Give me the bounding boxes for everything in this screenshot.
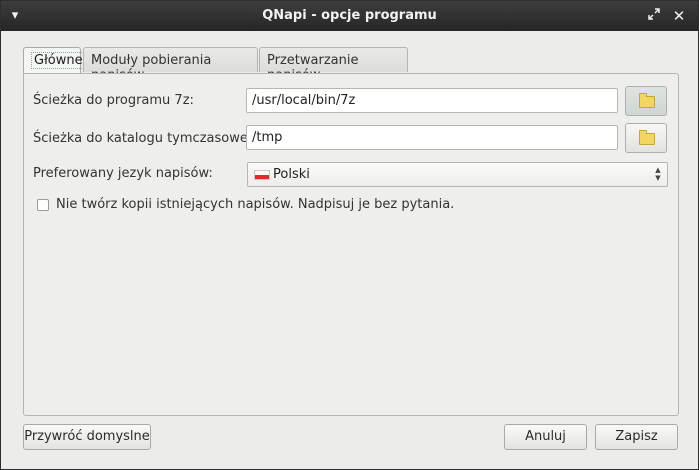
path-7z-label: Ścieżka do programu 7z:	[33, 93, 194, 108]
tab-general[interactable]: Główne	[23, 47, 86, 74]
temp-dir-input[interactable]: /tmp	[246, 125, 618, 150]
polish-flag-icon	[254, 170, 270, 180]
save-button[interactable]: Zapisz	[595, 424, 678, 450]
restore-defaults-button[interactable]: Przywróć domyslne	[23, 424, 151, 450]
temp-dir-label: Ścieżka do katalogu tymczasowego:	[33, 131, 269, 146]
cancel-button[interactable]: Anuluj	[504, 424, 587, 450]
no-backup-label[interactable]: Nie twórz kopii istniejących napisów. Na…	[56, 197, 454, 212]
general-tab-panel: Ścieżka do programu 7z: /usr/local/bin/7…	[23, 73, 679, 416]
title-bar[interactable]: ▾ QNapi - opcje programu ✕	[1, 1, 698, 31]
tab-general-label: Główne	[31, 52, 86, 69]
language-select-value: Polski	[273, 167, 310, 182]
language-select[interactable]: Polski ▲ ▼	[247, 162, 668, 187]
tab-download-modules[interactable]: Moduły pobierania napisów	[83, 47, 258, 83]
updown-arrows-icon: ▲ ▼	[655, 166, 661, 182]
no-backup-checkbox[interactable]	[37, 199, 49, 211]
browse-7z-button[interactable]	[625, 86, 667, 116]
folder-icon	[639, 93, 655, 108]
browse-temp-dir-button[interactable]	[625, 123, 667, 153]
tab-subtitle-processing[interactable]: Przetwarzanie napisów	[259, 47, 408, 83]
maximize-icon[interactable]	[646, 8, 662, 24]
settings-dialog: ▾ QNapi - opcje programu ✕ Główne Moduły…	[0, 0, 699, 470]
language-label: Preferowany jezyk napisów:	[33, 166, 213, 181]
folder-icon	[639, 130, 655, 145]
window-title: QNapi - opcje programu	[262, 8, 437, 23]
path-7z-input[interactable]: /usr/local/bin/7z	[246, 88, 618, 113]
close-icon[interactable]: ✕	[671, 8, 687, 24]
